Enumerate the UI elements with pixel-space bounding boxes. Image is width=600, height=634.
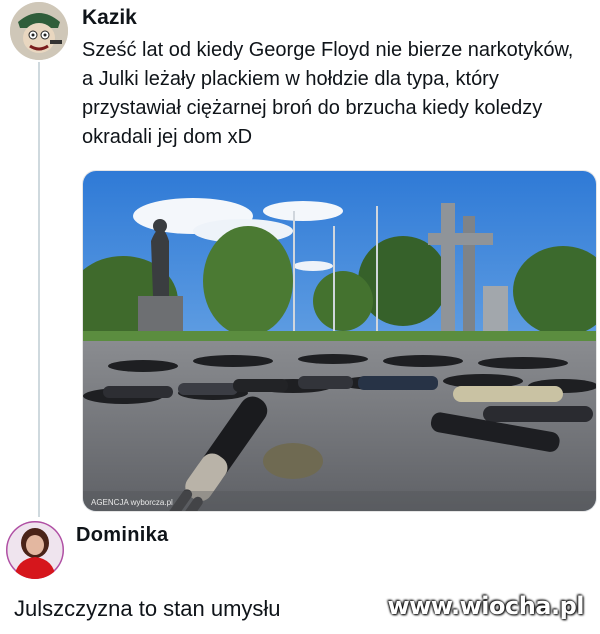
avatar[interactable] <box>6 521 64 579</box>
avatar[interactable] <box>10 2 68 60</box>
protest-photo-image: AGENCJA wyborcza.pl <box>83 171 596 511</box>
post-photo[interactable]: AGENCJA wyborcza.pl <box>82 170 597 512</box>
cartoon-avatar-icon <box>10 2 68 60</box>
thread-connector-line <box>38 62 40 517</box>
watermark-logo: www.wiocha.pl <box>387 592 584 620</box>
post-author-name[interactable]: Kazik <box>82 6 137 30</box>
reply-author-name[interactable]: Dominika <box>76 524 168 547</box>
photo-credit-text: AGENCJA wyborcza.pl <box>91 498 173 507</box>
profile-photo-icon <box>6 521 64 579</box>
reply-text: Julszczyzna to stan umysłu <box>14 596 281 621</box>
post-text: Sześć lat od kiedy George Floyd nie bier… <box>82 39 574 148</box>
